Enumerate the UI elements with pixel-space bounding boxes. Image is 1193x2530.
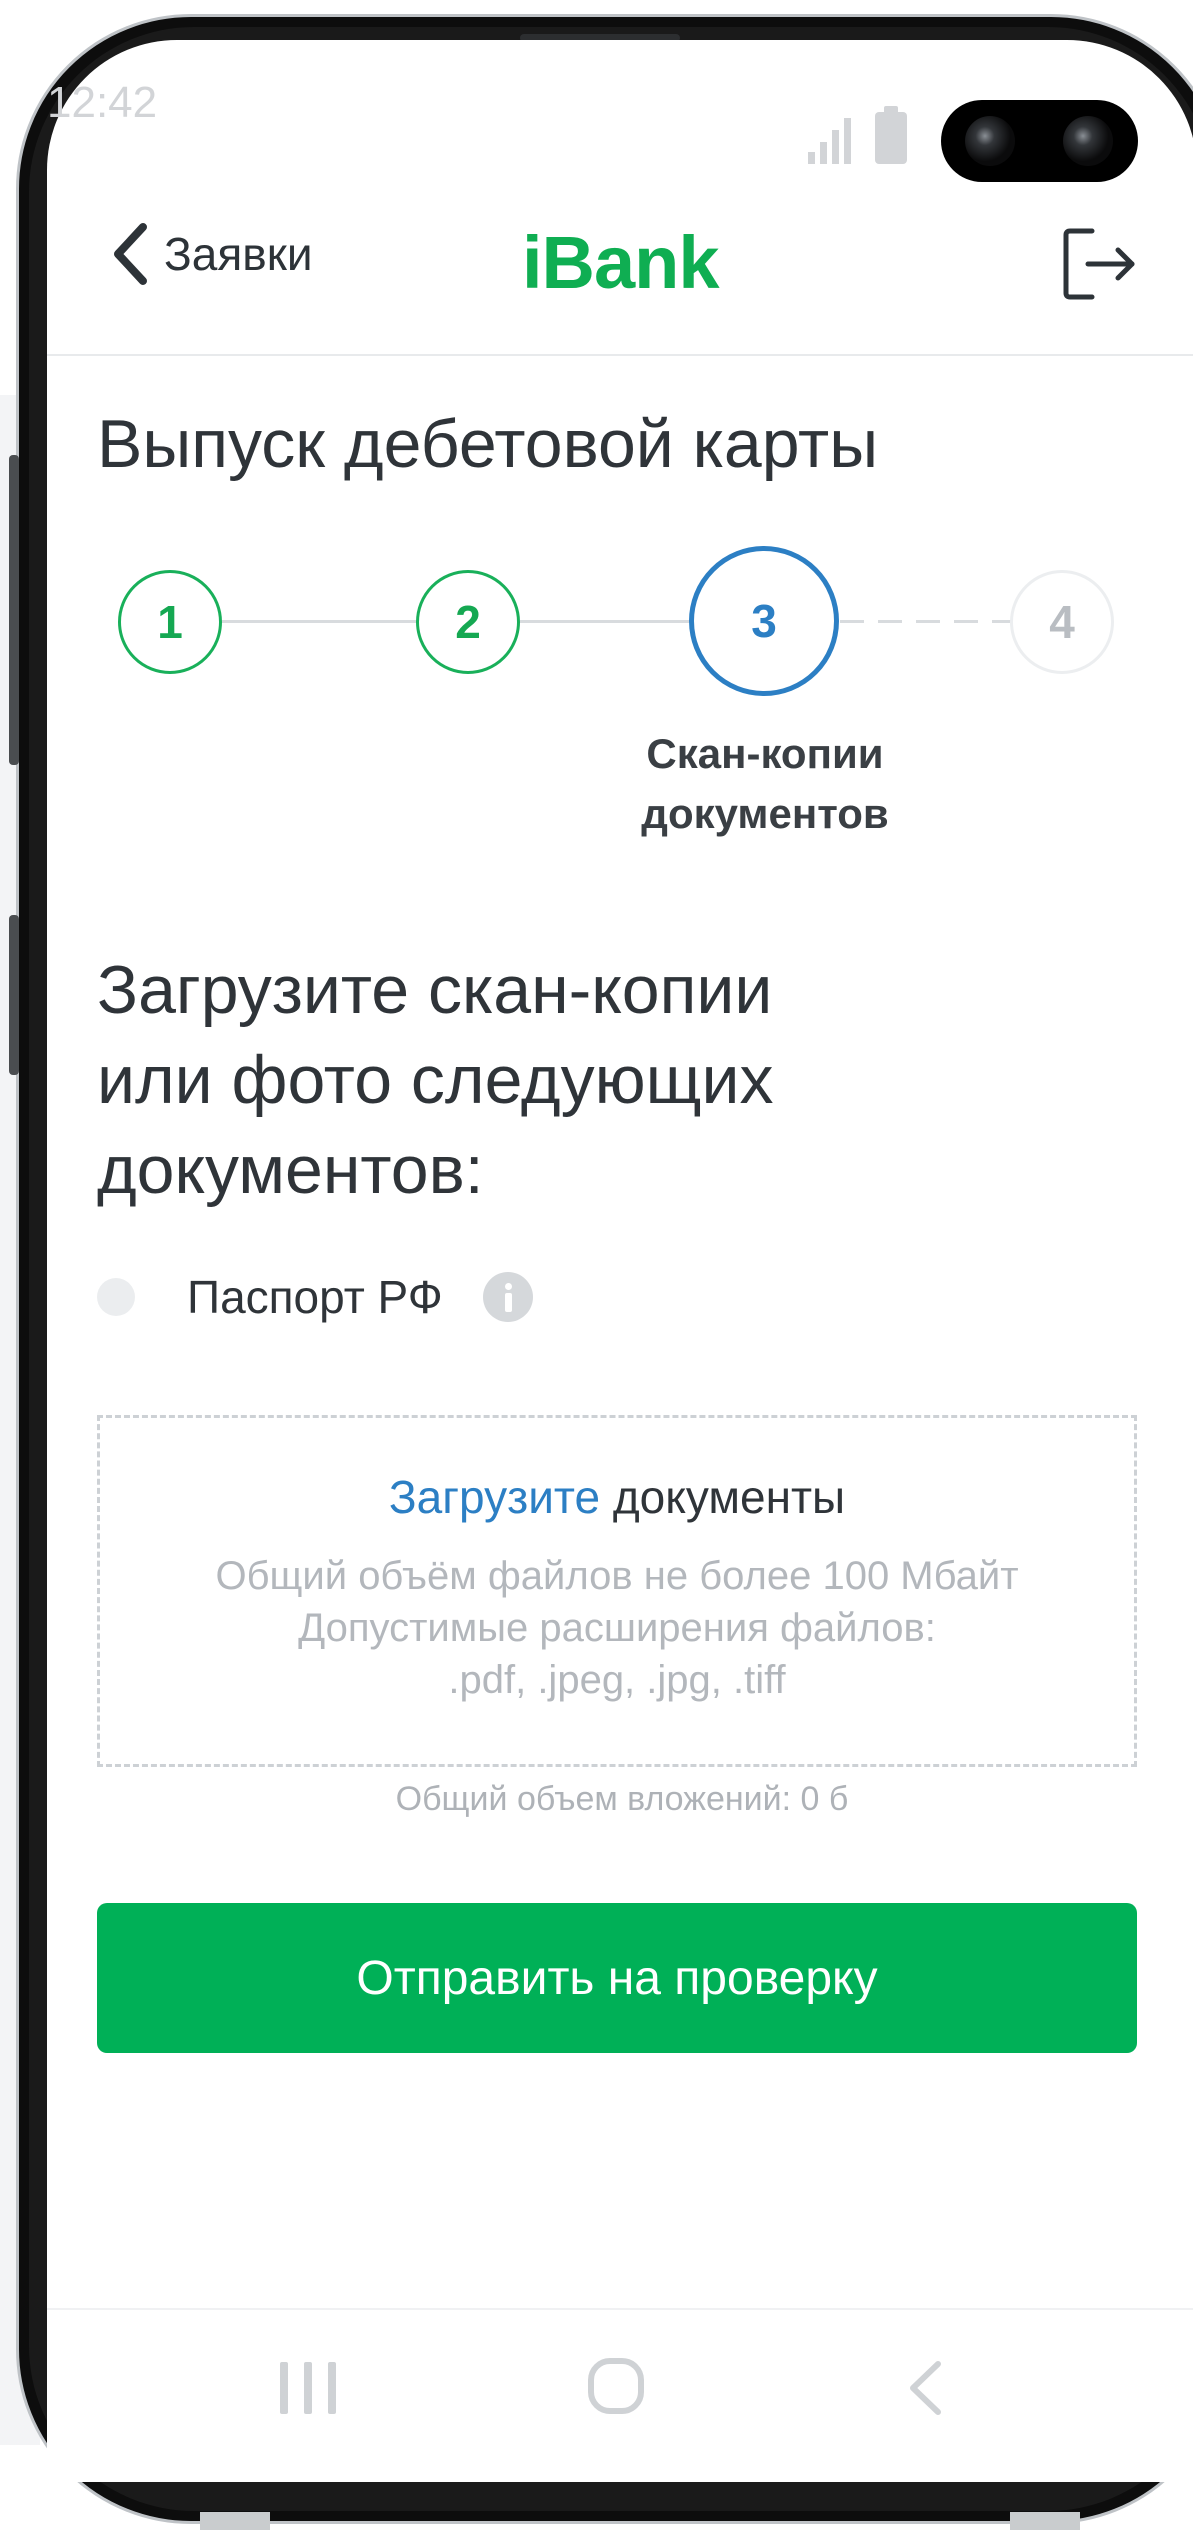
step-2: 2 (416, 570, 520, 674)
step-connector (520, 620, 690, 623)
frame-antenna-band (200, 2512, 270, 2530)
step-connector-pending (840, 620, 1012, 623)
step-3-active: 3 (689, 546, 839, 696)
back-label: Заявки (164, 228, 313, 280)
side-key (9, 915, 19, 1075)
signal-icon (808, 118, 851, 164)
step-4: 4 (1010, 570, 1114, 674)
battery-icon (875, 106, 907, 164)
upload-dropzone[interactable]: Загрузите документы Общий объём файлов н… (97, 1415, 1137, 1767)
logout-icon[interactable] (1060, 225, 1138, 303)
size-limit-hint: Общий объём файлов не более 100 Мбайт (215, 1554, 1019, 1598)
status-time: 12:42 (47, 78, 158, 127)
upload-heading: Загрузите скан-копии или фото следующих … (97, 945, 997, 1215)
dropzone-title-text: документы (612, 1471, 846, 1523)
step-1: 1 (118, 570, 222, 674)
step-caption: Скан-копии документов (590, 724, 940, 844)
front-camera-secondary (1063, 116, 1113, 166)
upload-heading-line: документов: (97, 1132, 484, 1208)
info-icon[interactable] (482, 1272, 533, 1322)
step-caption-line: Скан-копии (646, 730, 884, 777)
total-attachments: Общий объем вложений: 0 б (395, 1780, 849, 1818)
frame-antenna-band (1010, 2512, 1080, 2530)
volume-button (9, 455, 19, 765)
upload-link[interactable]: Загрузите (389, 1471, 600, 1523)
nav-home-icon[interactable] (588, 2358, 644, 2414)
submit-button[interactable]: Отправить на проверку (97, 1903, 1137, 2053)
extensions-list: .pdf, .jpeg, .jpg, .tiff (448, 1658, 786, 1702)
chevron-left-icon (114, 223, 147, 285)
document-status-dot (97, 1278, 135, 1316)
nav-back-icon[interactable] (905, 2358, 945, 2418)
back-button[interactable]: Заявки (112, 222, 313, 286)
document-item-passport: Паспорт РФ (97, 1270, 533, 1324)
header-divider (47, 354, 1193, 356)
camera-cutout (941, 100, 1138, 182)
nav-recents-icon[interactable] (280, 2362, 336, 2414)
app-logo: iBank (522, 221, 720, 304)
front-camera (965, 116, 1015, 166)
step-caption-line: документов (641, 790, 889, 837)
upload-heading-line: или фото следующих (97, 1042, 774, 1118)
dropzone-title: Загрузите документы (100, 1470, 1134, 1524)
extensions-label: Допустимые расширения файлов: (298, 1606, 936, 1650)
document-label: Паспорт РФ (187, 1271, 443, 1323)
page-title: Выпуск дебетовой карты (97, 406, 879, 482)
step-connector (222, 620, 418, 623)
upload-heading-line: Загрузите скан-копии (97, 952, 773, 1028)
